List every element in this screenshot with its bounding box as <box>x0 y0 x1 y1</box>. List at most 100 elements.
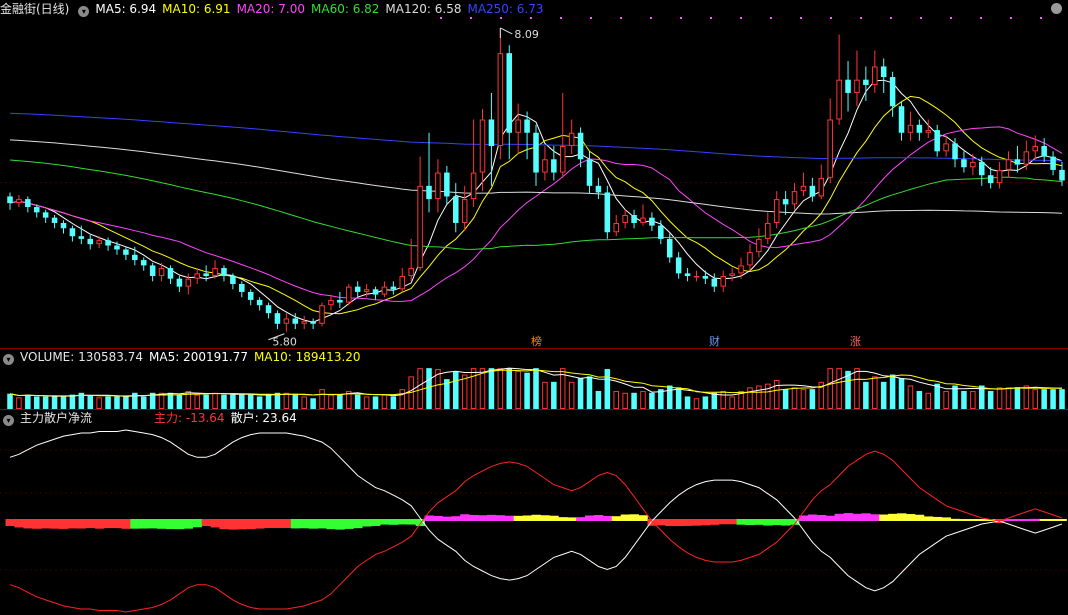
candle-body <box>274 313 281 324</box>
flow-bar <box>629 514 639 521</box>
volume-bar <box>809 389 816 409</box>
flow-bar <box>148 521 158 529</box>
flow-bar <box>620 514 631 521</box>
volume-bar <box>693 398 700 410</box>
candle-body <box>577 132 584 160</box>
candle-body <box>925 130 932 133</box>
flow-bar-cap <box>763 519 773 521</box>
candle-body <box>292 318 299 324</box>
volume-ma5: MA5: 200191.77 <box>149 350 248 364</box>
flow-bar <box>861 513 871 521</box>
flow-bar <box>638 515 648 521</box>
flow-bar <box>451 516 461 521</box>
volume-bar <box>176 394 183 409</box>
volume-bar <box>114 396 120 409</box>
flow-bar-cap <box>112 519 122 521</box>
flow-bar-cap <box>166 519 176 521</box>
candle-body <box>363 289 370 292</box>
volume-bar <box>51 396 58 409</box>
volume-bar <box>212 392 218 410</box>
candle-body <box>435 172 441 200</box>
candle-body <box>533 132 539 173</box>
flow-bar <box>335 521 345 530</box>
flow-bar <box>825 515 836 521</box>
chevron-down-icon[interactable]: ▾ <box>3 415 14 426</box>
flow-bar <box>665 521 675 527</box>
volume-bar <box>649 392 655 409</box>
candle-body <box>586 159 593 186</box>
flow-bar <box>772 521 782 526</box>
flow-bar <box>94 521 105 529</box>
volume-bar <box>720 390 726 409</box>
settings-icon[interactable] <box>1051 3 1062 14</box>
high-price-label: 8.09 <box>514 28 539 41</box>
candle-body <box>711 278 718 287</box>
tag-zhang: 涨 <box>850 335 861 348</box>
flow-bar-cap <box>406 519 417 521</box>
flow-bar <box>745 521 755 526</box>
flow-bar-cap <box>148 519 158 521</box>
flow-bar-cap <box>362 519 372 521</box>
volume-bar <box>684 396 691 409</box>
flow-bar <box>460 514 470 521</box>
flow-bar <box>273 521 283 528</box>
volume-bar <box>934 383 940 409</box>
candle-body <box>818 177 825 197</box>
candle-body <box>60 222 67 229</box>
flow-bar <box>442 516 452 521</box>
volume-bar <box>604 369 611 409</box>
flow-bar <box>192 521 203 528</box>
candle-body <box>247 291 254 300</box>
flow-bar-cap <box>157 519 167 521</box>
flow-bar-cap <box>210 519 220 521</box>
candle-body <box>702 276 709 279</box>
volume-bar <box>631 392 637 409</box>
flow-bar-cap <box>683 519 693 521</box>
candle-body <box>96 240 102 245</box>
candle-body <box>782 199 789 205</box>
volume-ma10: MA10: 189413.20 <box>253 350 361 364</box>
volume-bar <box>60 396 67 409</box>
flow-bar <box>281 521 292 528</box>
volume-bar <box>230 394 236 409</box>
candle-body <box>372 289 379 295</box>
flow-bar-cap <box>23 519 33 521</box>
flow-bar-cap <box>139 519 149 521</box>
candle <box>319 302 325 327</box>
candle-body <box>203 273 209 277</box>
volume-value: VOLUME: 130583.74 <box>20 350 143 364</box>
flow-bar-cap <box>121 519 131 521</box>
candle-body <box>604 192 611 233</box>
flow-bar-cap <box>709 519 720 521</box>
flow-bar <box>495 515 506 521</box>
flow-bar <box>870 514 880 521</box>
event-marker <box>1010 17 1012 19</box>
candle-body <box>310 321 316 324</box>
volume-bar <box>319 389 325 409</box>
candle-body <box>640 217 646 223</box>
flow-bar <box>344 521 354 529</box>
volume-bar <box>711 392 718 409</box>
candle-body <box>675 257 682 274</box>
event-marker <box>740 17 742 19</box>
volume-bar <box>1059 389 1065 409</box>
candle-body <box>167 268 174 279</box>
flow-bar <box>683 521 693 526</box>
flow-bar <box>968 519 978 521</box>
candle-body <box>952 143 958 160</box>
flow-bar <box>397 521 408 525</box>
flow-bar <box>1048 519 1058 521</box>
flow-bar <box>219 521 229 530</box>
flow-bar <box>718 521 729 525</box>
candle-body <box>78 236 85 239</box>
main-flow-value: 主力: -13.64 <box>154 411 225 425</box>
volume-bar <box>970 390 976 409</box>
volume-bar <box>203 394 209 409</box>
flow-bar <box>121 521 131 529</box>
chevron-down-icon[interactable]: ▾ <box>3 354 14 365</box>
volume-bar <box>666 385 673 409</box>
volume-bar <box>1032 389 1039 409</box>
flow-bar <box>103 521 113 529</box>
event-marker <box>1040 17 1042 19</box>
chevron-down-icon[interactable]: ▾ <box>78 6 90 17</box>
